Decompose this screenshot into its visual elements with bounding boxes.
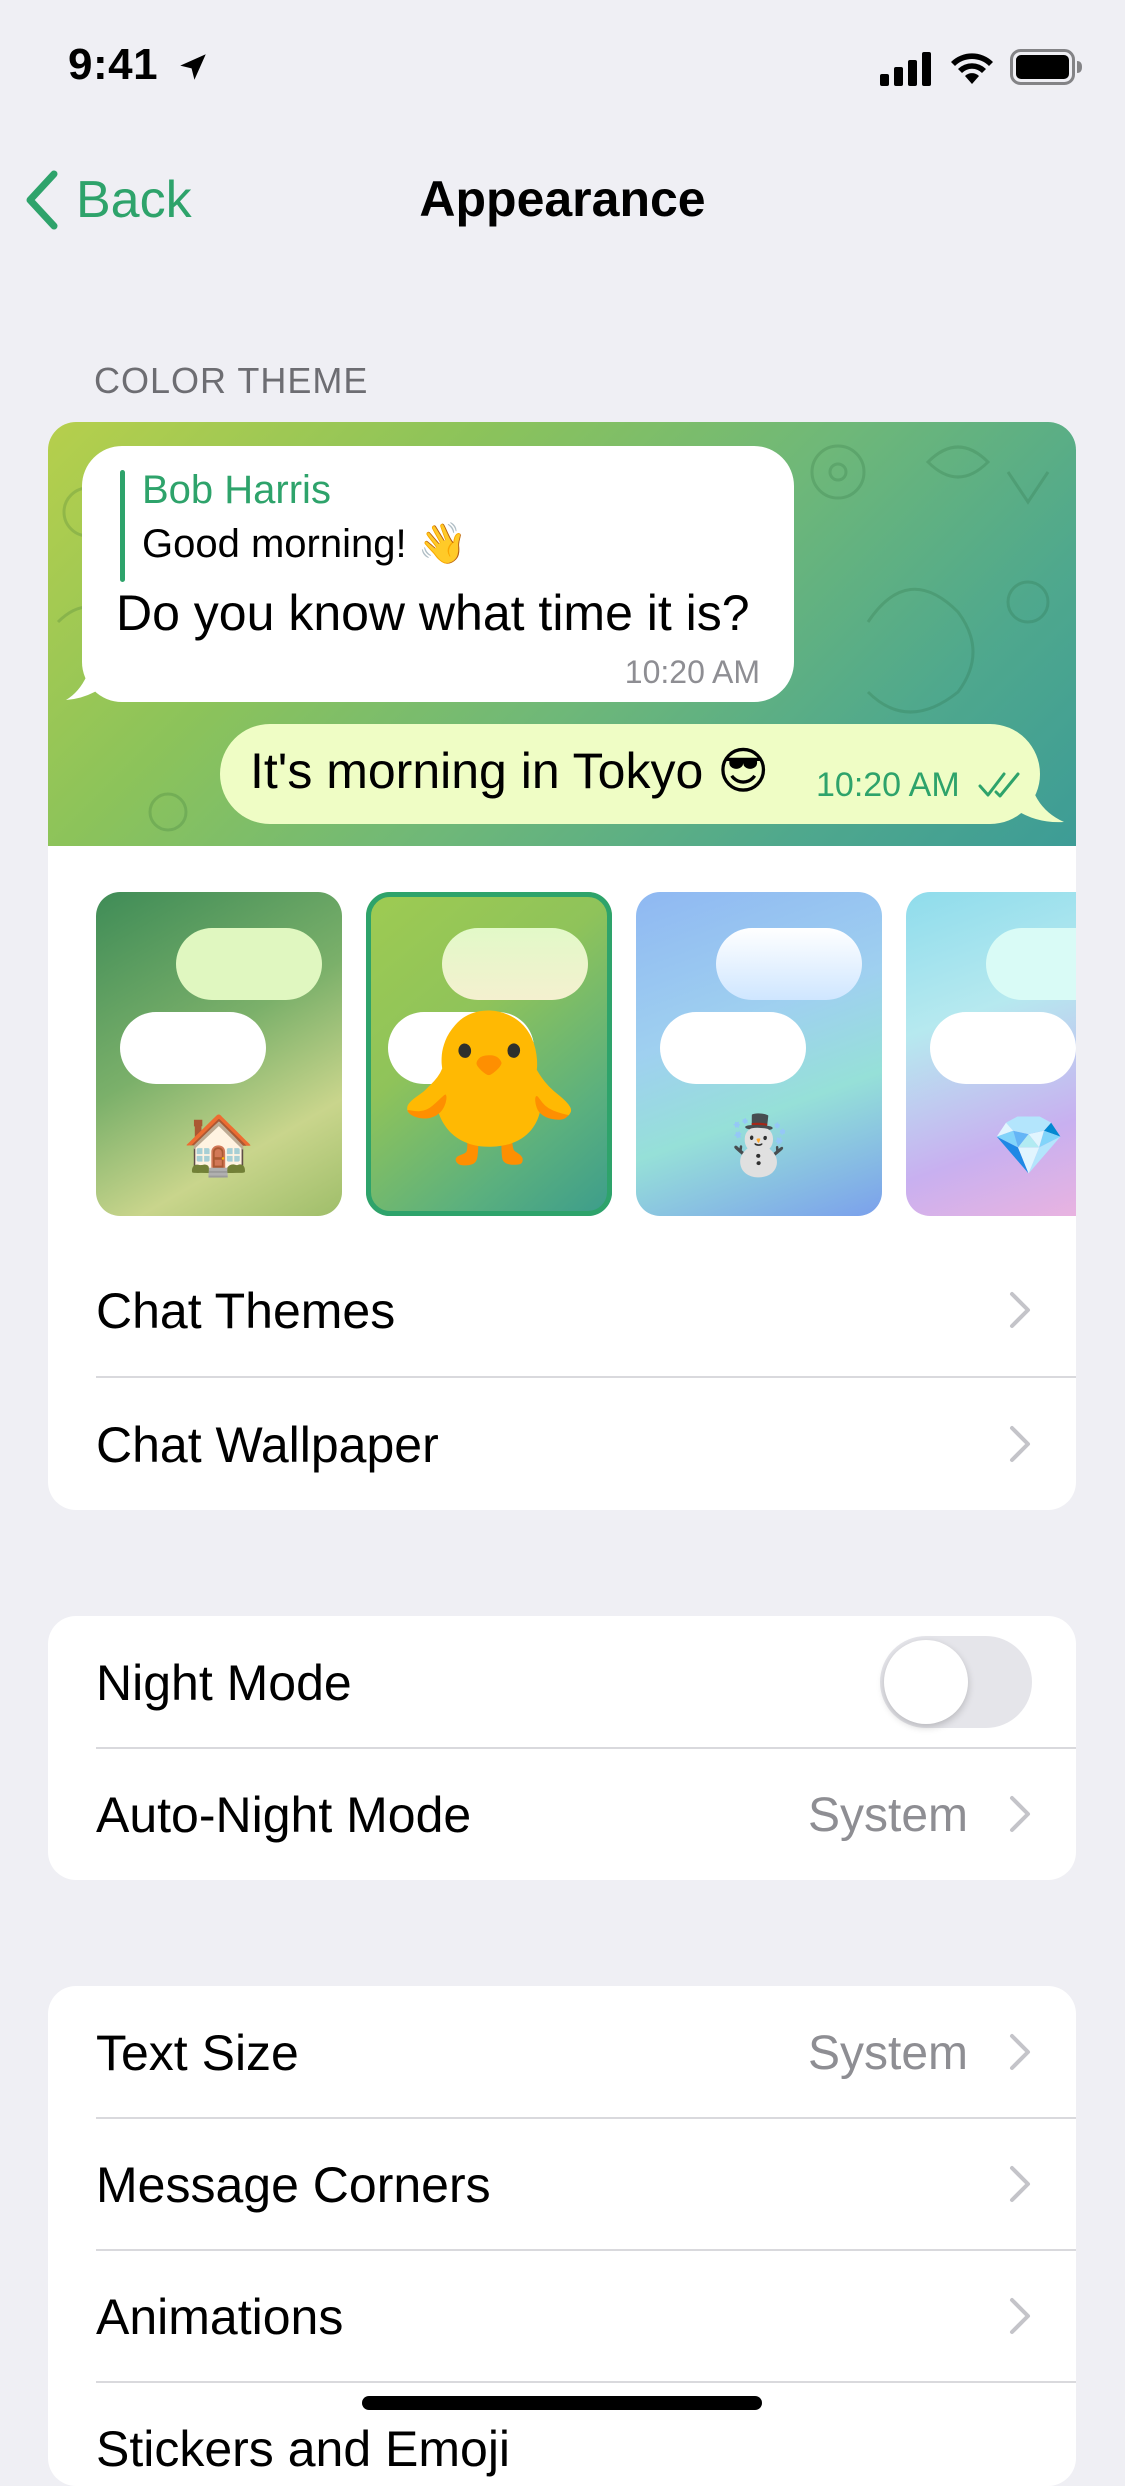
row-value: System	[807, 2027, 968, 2080]
reply-text: Good morning! 👋	[142, 522, 468, 566]
reply-bar	[120, 470, 125, 582]
row-label: Night Mode	[96, 1655, 352, 1711]
outgoing-message-bubble: It's morning in Tokyo 😎 10:20 AM	[220, 724, 1040, 824]
toggle-knob	[884, 1640, 968, 1724]
chat-themes-row[interactable]: Chat Themes	[48, 1244, 1076, 1376]
row-label: Text Size	[96, 2025, 299, 2081]
row-label: Auto-Night Mode	[96, 1787, 472, 1843]
row-label: Message Corners	[96, 2157, 491, 2213]
theme-emoji: 🐥	[395, 1003, 583, 1171]
location-arrow-icon	[180, 54, 206, 80]
wifi-icon	[951, 53, 993, 84]
reply-sender-name: Bob Harris	[142, 468, 331, 512]
theme-card-snowman[interactable]: ☃️	[636, 892, 882, 1216]
auto-night-mode-row[interactable]: Auto-Night Mode System	[48, 1748, 1076, 1880]
row-label: Chat Themes	[96, 1283, 396, 1339]
chevron-right-icon	[1010, 2166, 1030, 2202]
display-settings-group: Text Size System Message Corners Animati…	[48, 1986, 1076, 2486]
row-label: Stickers and Emoji	[96, 2421, 511, 2477]
theme-card-diamond[interactable]: 💎	[906, 892, 1076, 1216]
theme-card-home[interactable]: 🏠	[96, 892, 342, 1216]
night-mode-group: Night Mode Auto-Night Mode System	[48, 1616, 1076, 1880]
row-value: System	[807, 1789, 968, 1842]
chevron-right-icon	[1010, 2298, 1030, 2334]
battery-icon	[1010, 49, 1082, 85]
incoming-message-time: 10:20 AM	[624, 654, 760, 690]
row-label: Chat Wallpaper	[96, 1417, 439, 1473]
text-size-row[interactable]: Text Size System	[48, 1986, 1076, 2118]
chevron-right-icon	[1010, 2034, 1030, 2070]
theme-emoji: ☃️	[722, 1113, 796, 1178]
outgoing-message-text: It's morning in Tokyo 😎	[250, 743, 770, 799]
home-indicator	[362, 2396, 762, 2410]
message-corners-row[interactable]: Message Corners	[48, 2118, 1076, 2250]
chevron-right-icon	[1010, 1292, 1030, 1328]
theme-carousel[interactable]: 🏠 🐥 ☃️ 💎	[48, 892, 1076, 1222]
status-time: 9:41	[68, 40, 159, 89]
incoming-message-text: Do you know what time it is?	[116, 585, 750, 641]
chat-preview: Bob Harris Good morning! 👋 Do you know w…	[48, 422, 1076, 846]
night-mode-toggle[interactable]	[880, 1636, 1032, 1728]
outgoing-message-time: 10:20 AM	[816, 766, 960, 804]
chat-wallpaper-row[interactable]: Chat Wallpaper	[48, 1378, 1076, 1510]
color-theme-group: Bob Harris Good morning! 👋 Do you know w…	[48, 422, 1076, 1510]
incoming-message-bubble: Bob Harris Good morning! 👋 Do you know w…	[82, 446, 794, 702]
chevron-right-icon	[1010, 1426, 1030, 1462]
row-label: Animations	[96, 2289, 344, 2345]
page-title: Appearance	[419, 171, 706, 227]
animations-row[interactable]: Animations	[48, 2250, 1076, 2382]
night-mode-row: Night Mode	[48, 1616, 1076, 1748]
theme-emoji: 💎	[992, 1113, 1066, 1178]
chevron-right-icon	[1010, 1796, 1030, 1832]
cellular-signal-icon	[880, 52, 931, 86]
double-check-icon	[978, 772, 1020, 798]
theme-emoji: 🏠	[182, 1113, 256, 1178]
theme-card-chick[interactable]: 🐥	[366, 892, 612, 1216]
section-header-color-theme: COLOR THEME	[94, 360, 369, 401]
